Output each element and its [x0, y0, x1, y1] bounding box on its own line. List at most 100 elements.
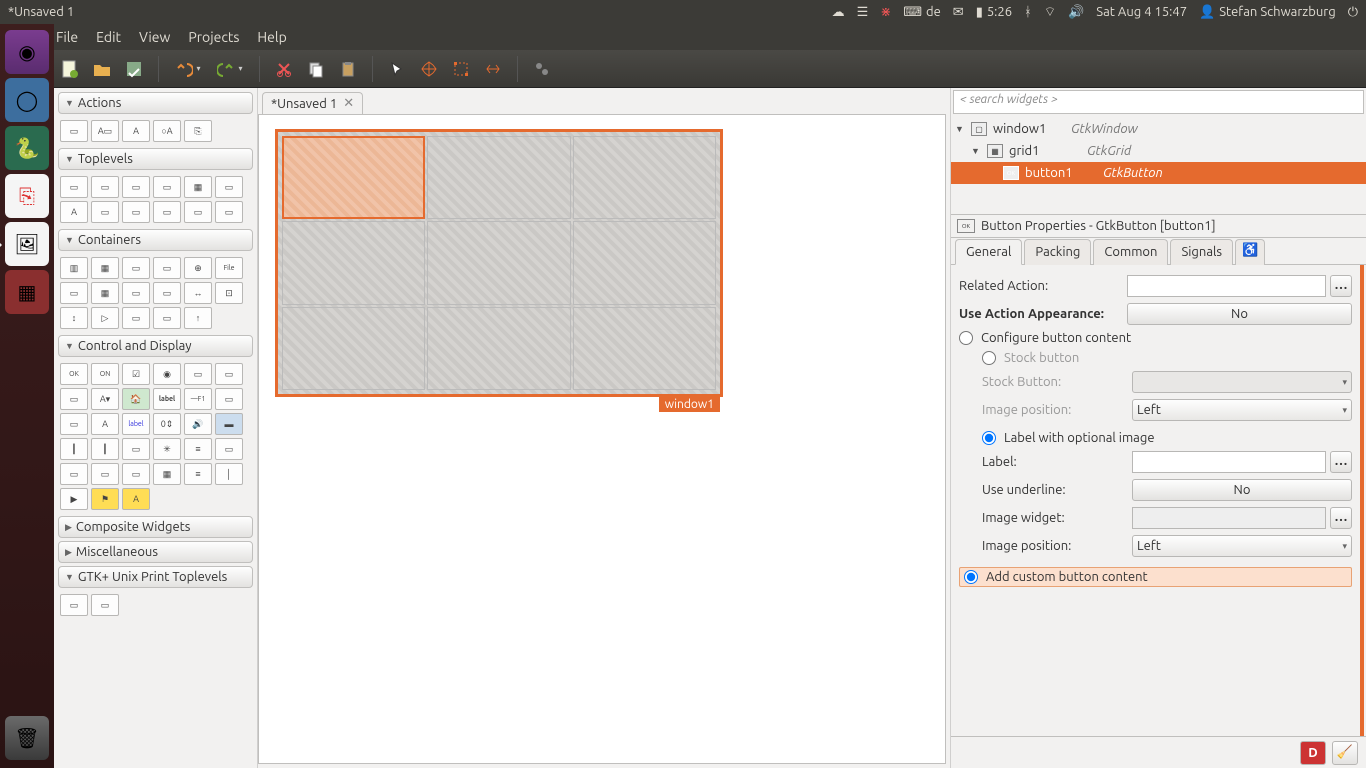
tab-packing[interactable]: Packing — [1024, 239, 1091, 265]
cut-button[interactable] — [270, 55, 298, 83]
canvas-button-selected[interactable] — [282, 136, 425, 219]
menu-view[interactable]: View — [139, 29, 170, 45]
palette-item[interactable]: 🏠 — [122, 388, 150, 410]
tab-signals[interactable]: Signals — [1170, 239, 1233, 265]
new-button[interactable] — [56, 55, 84, 83]
input-image-widget[interactable] — [1132, 507, 1326, 529]
tab-general[interactable]: General — [955, 239, 1022, 265]
radio-add-custom[interactable]: Add custom button content — [959, 567, 1352, 587]
palette-item[interactable]: ⎘ — [184, 120, 212, 142]
palette-item[interactable]: ▭ — [91, 176, 119, 198]
palette-item[interactable]: ▭ — [60, 463, 88, 485]
palette-item[interactable]: ▭ — [122, 257, 150, 279]
palette-section-composite[interactable]: ▶Composite Widgets — [58, 516, 253, 538]
palette-item[interactable]: ▭ — [122, 176, 150, 198]
palette-item[interactable]: ▭ — [215, 201, 243, 223]
palette-item[interactable]: ▭ — [91, 463, 119, 485]
canvas-cell[interactable] — [427, 307, 570, 390]
palette-item[interactable]: ↔ — [184, 282, 212, 304]
input-label[interactable] — [1132, 451, 1326, 473]
design-canvas[interactable]: window1 — [258, 114, 946, 764]
radio-stock-button[interactable]: Stock button — [964, 351, 1352, 365]
keyboard-indicator[interactable]: ⌨ de — [903, 5, 941, 20]
palette-item[interactable]: ▭ — [215, 176, 243, 198]
clock[interactable]: Sat Aug 4 15:47 — [1096, 5, 1187, 19]
tree-row-grid[interactable]: ▼▦ grid1 GtkGrid — [951, 140, 1366, 162]
palette-item[interactable]: ▭ — [60, 388, 88, 410]
undo-button[interactable] — [169, 55, 207, 83]
palette-item[interactable]: ▦ — [91, 282, 119, 304]
toggle-use-action-appearance[interactable]: No — [1127, 303, 1352, 325]
palette-item[interactable]: ≡ — [184, 438, 212, 460]
palette-item[interactable]: ▭ — [153, 201, 181, 223]
launcher-chromium[interactable]: ◯ — [5, 78, 49, 122]
palette-item[interactable]: A — [91, 413, 119, 435]
palette-item[interactable]: ▭ — [122, 307, 150, 329]
canvas-cell[interactable] — [573, 221, 716, 304]
palette-item[interactable]: ○A — [153, 120, 181, 142]
palette-item[interactable]: label — [122, 413, 150, 435]
palette-item[interactable]: ▭ — [122, 282, 150, 304]
tab-a11y[interactable]: ♿ — [1235, 239, 1265, 265]
bluetooth-icon[interactable]: ᚼ — [1024, 5, 1032, 19]
palette-item[interactable]: ☑ — [122, 363, 150, 385]
palette-item[interactable]: ▭ — [215, 388, 243, 410]
palette-item[interactable]: ▭ — [60, 120, 88, 142]
palette-item[interactable]: ⚑ — [91, 488, 119, 510]
canvas-cell[interactable] — [427, 136, 570, 219]
palette-item[interactable]: A — [122, 120, 150, 142]
palette-item[interactable]: ▭ — [122, 438, 150, 460]
palette-item[interactable]: ▭ — [91, 201, 119, 223]
palette-item[interactable]: ▭ — [184, 363, 212, 385]
tab-common[interactable]: Common — [1093, 239, 1168, 265]
menu-help[interactable]: Help — [257, 29, 286, 45]
palette-item[interactable]: A▾ — [91, 388, 119, 410]
palette-section-print[interactable]: ▼GTK+ Unix Print Toplevels — [58, 566, 253, 588]
canvas-cell[interactable] — [427, 221, 570, 304]
palette-item[interactable]: ◉ — [153, 363, 181, 385]
palette-item[interactable]: ▭ — [153, 282, 181, 304]
tree-row-window[interactable]: ▼▢ window1 GtkWindow — [951, 118, 1366, 140]
launcher-pdf[interactable]: ⎘ — [5, 174, 49, 218]
align-tool[interactable] — [479, 55, 507, 83]
canvas-window[interactable]: window1 — [275, 129, 723, 397]
palette-item[interactable]: ▭ — [60, 282, 88, 304]
palette-item[interactable]: ↑ — [184, 307, 212, 329]
palette-item[interactable]: ▭ — [184, 201, 212, 223]
palette-item[interactable]: ▦ — [91, 257, 119, 279]
pointer-tool[interactable] — [383, 55, 411, 83]
palette-item[interactable]: ▭ — [153, 176, 181, 198]
radio-configure-content[interactable]: Configure button content — [959, 331, 1352, 345]
launcher-dash[interactable]: ◉ — [5, 30, 49, 74]
ellipsis-button[interactable]: … — [1330, 451, 1352, 473]
palette-item[interactable]: ▦ — [153, 463, 181, 485]
ellipsis-button[interactable]: … — [1330, 507, 1352, 529]
palette-section-containers[interactable]: ▼Containers — [58, 229, 253, 251]
palette-item[interactable]: ▭ — [153, 307, 181, 329]
mail-icon[interactable]: ✉ — [953, 5, 964, 20]
palette-item[interactable]: ⊡ — [215, 282, 243, 304]
document-tab[interactable]: *Unsaved 1 ✕ — [262, 92, 363, 114]
palette-item[interactable]: ▭ — [215, 438, 243, 460]
menu-file[interactable]: File — [56, 29, 78, 45]
palette-item[interactable]: ▭ — [60, 176, 88, 198]
drag-tool[interactable] — [415, 55, 443, 83]
tab-close-icon[interactable]: ✕ — [343, 96, 354, 111]
palette-item[interactable]: OK — [60, 363, 88, 385]
palette-item[interactable]: ▥ — [60, 257, 88, 279]
palette-item[interactable]: │ — [215, 463, 243, 485]
palette-item[interactable]: 🔊 — [184, 413, 212, 435]
palette-item[interactable]: ≡ — [184, 463, 212, 485]
devhelp-button[interactable]: D — [1300, 741, 1326, 765]
palette-item[interactable]: ▷ — [91, 307, 119, 329]
menu-edit[interactable]: Edit — [96, 29, 121, 45]
palette-item[interactable]: ▭ — [215, 363, 243, 385]
palette-item[interactable]: A — [122, 488, 150, 510]
palette-section-control[interactable]: ▼Control and Display — [58, 335, 253, 357]
save-button[interactable] — [120, 55, 148, 83]
palette-item[interactable]: File — [215, 257, 243, 279]
palette-item[interactable]: ✳ — [153, 438, 181, 460]
ellipsis-button[interactable]: … — [1330, 275, 1352, 297]
network-icon[interactable]: ⌔ — [1044, 4, 1056, 20]
menu-projects[interactable]: Projects — [188, 29, 239, 45]
